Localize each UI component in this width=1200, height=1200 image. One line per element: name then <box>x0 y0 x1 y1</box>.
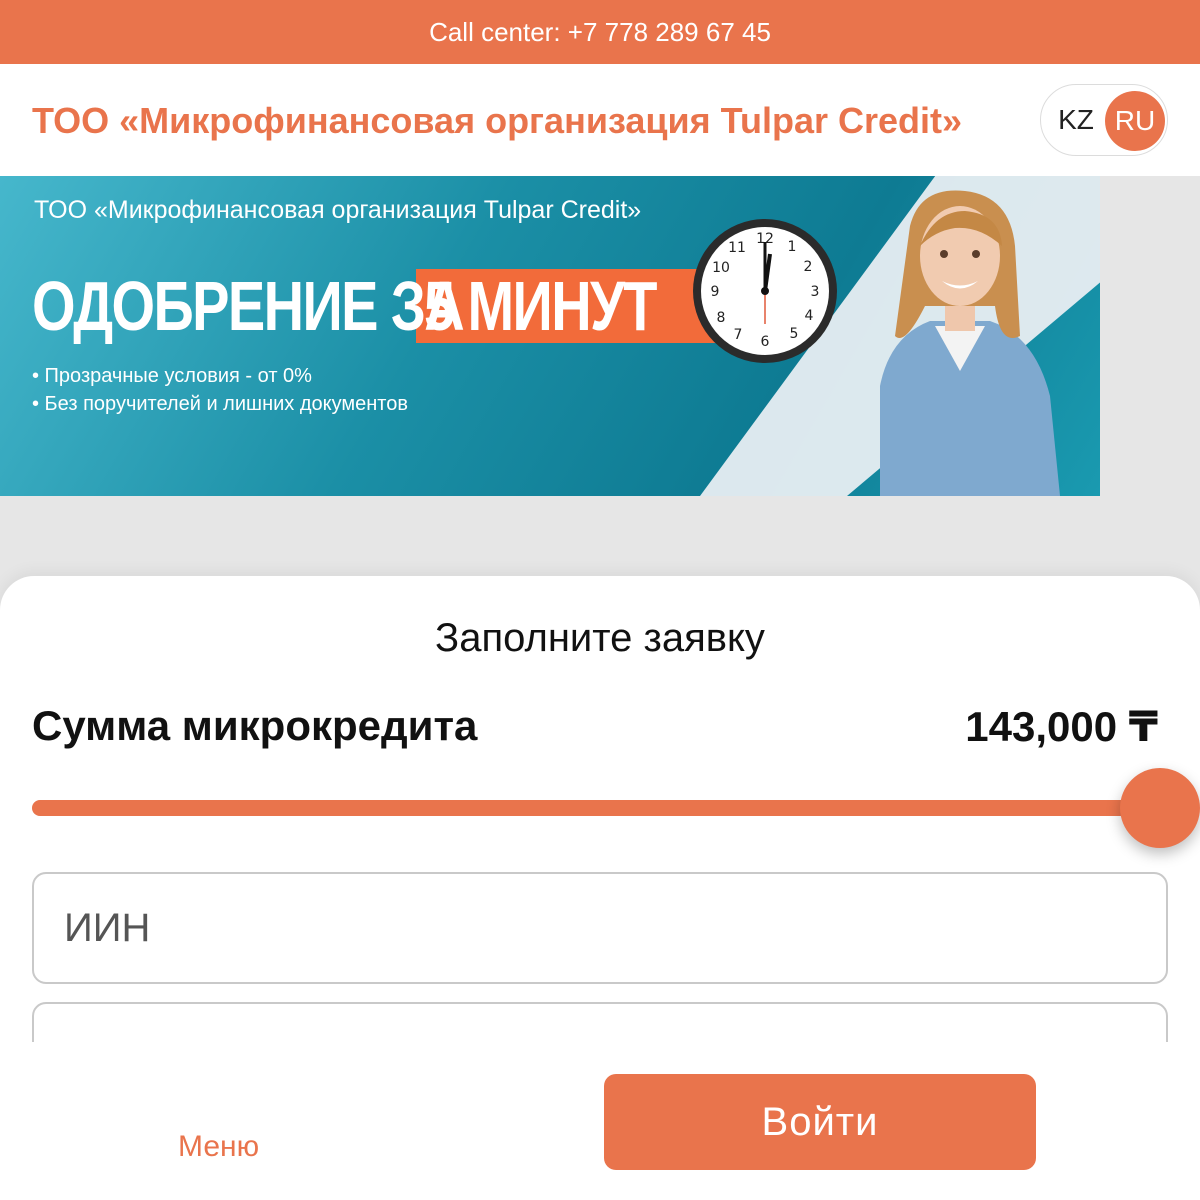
clock-image: 12 12 345 678 91011 <box>693 219 837 363</box>
svg-text:3: 3 <box>811 284 820 300</box>
lang-ru-button[interactable]: RU <box>1105 91 1165 151</box>
language-switcher: KZ RU <box>1040 84 1168 156</box>
woman-image <box>880 190 1060 496</box>
form-title: Заполните заявку <box>435 616 765 660</box>
svg-text:10: 10 <box>712 260 730 276</box>
svg-text:4: 4 <box>805 308 814 324</box>
svg-text:9: 9 <box>711 284 720 300</box>
banner-bullet: • Прозрачные условия - от 0% <box>32 365 312 387</box>
lang-kz-button[interactable]: KZ <box>1047 91 1105 149</box>
iin-input[interactable] <box>64 874 1134 982</box>
svg-text:11: 11 <box>728 240 746 256</box>
amount-slider-fill <box>32 800 1168 816</box>
org-title[interactable]: ТОО «Микрофинансовая организация Tulpar … <box>32 100 962 142</box>
site-header: ТОО «Микрофинансовая организация Tulpar … <box>0 64 1200 176</box>
svg-text:8: 8 <box>717 310 726 326</box>
amount-label: Сумма микрокредита <box>32 702 478 749</box>
headline-accent: 5 МИНУТ <box>416 269 722 343</box>
banner-bullets: • Прозрачные условия - от 0% • Без поруч… <box>32 362 408 418</box>
bottom-bar: Меню Войти <box>0 1042 1200 1200</box>
login-button[interactable]: Войти <box>604 1074 1036 1170</box>
promo-banner[interactable]: ТОО «Микрофинансовая организация Tulpar … <box>0 176 1100 496</box>
svg-text:7: 7 <box>734 327 743 343</box>
menu-link[interactable]: Меню <box>178 1130 259 1164</box>
banner-subtitle: ТОО «Микрофинансовая организация Tulpar … <box>34 196 642 224</box>
svg-text:5: 5 <box>790 326 799 342</box>
headline-main: ОДОБРЕНИЕ ЗА <box>32 267 465 345</box>
svg-text:6: 6 <box>761 334 770 350</box>
svg-text:1: 1 <box>788 239 797 255</box>
call-center-bar: Call center: +7 778 289 67 45 <box>0 0 1200 64</box>
banner-bullet: • Без поручителей и лишних документов <box>32 393 408 415</box>
headline-accent-text: 5 МИНУТ <box>424 267 657 345</box>
banner-headline: ОДОБРЕНИЕ ЗА 5 МИНУТ <box>32 266 722 346</box>
amount-slider-thumb[interactable] <box>1120 768 1200 848</box>
svg-text:2: 2 <box>804 259 813 275</box>
amount-slider-track[interactable] <box>32 800 1168 816</box>
amount-value: 143,000 ₸ <box>965 703 1158 750</box>
iin-field[interactable] <box>32 872 1168 984</box>
call-center-text[interactable]: Call center: +7 778 289 67 45 <box>429 17 771 48</box>
